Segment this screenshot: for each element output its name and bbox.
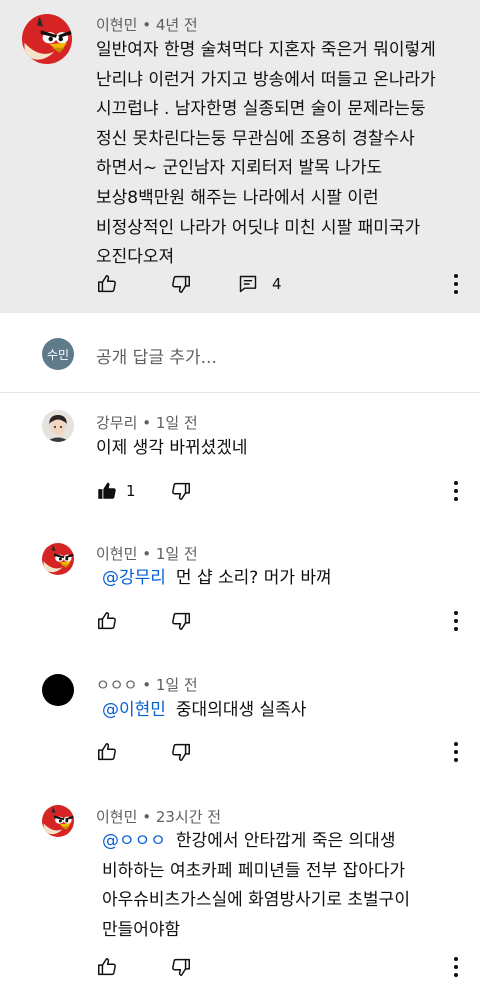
mention-link[interactable]: @ㅇㅇㅇ xyxy=(102,831,166,851)
reply-time: 1일 전 xyxy=(155,545,198,563)
reply-author[interactable]: 이현민 xyxy=(96,545,137,563)
reply-line: @ㅇㅇㅇ 한강에서 안타깝게 죽은 의대생 xyxy=(102,827,410,857)
like-button[interactable]: 1 xyxy=(96,477,136,505)
reply-line: @강무리 먼 샵 소리? 머가 바껴 xyxy=(102,564,332,594)
meta-separator: • xyxy=(142,676,156,694)
dislike-button[interactable] xyxy=(170,607,192,635)
reply-time: 23시간 전 xyxy=(155,808,222,826)
reply-line-text: 먼 샵 소리? 머가 바껴 xyxy=(175,568,332,588)
reply-line: 비하하는 여초카페 페미년들 전부 잡아다가 xyxy=(102,860,406,881)
highlighted-comment: 이현민 • 4년 전 일반여자 한명 술쳐먹다 지혼자 죽은거 뭐이렇게 난리냐… xyxy=(0,0,480,313)
reply-actions xyxy=(0,607,480,635)
avatar[interactable] xyxy=(42,543,74,575)
comment-line: 일반여자 한명 술쳐먹다 지혼자 죽은거 뭐이렇게 xyxy=(96,40,436,60)
like-button[interactable] xyxy=(96,270,118,298)
user-avatar: 수민 xyxy=(42,338,74,370)
angry-bird-avatar-icon xyxy=(42,543,74,575)
thumb-down-icon xyxy=(170,956,192,978)
thumb-up-filled-icon xyxy=(96,480,118,502)
avatar[interactable] xyxy=(42,805,74,837)
comment-line: 시끄럽냐 . 남자한명 실종되면 술이 문제라는둥 xyxy=(96,99,426,120)
thumb-down-icon xyxy=(170,480,192,502)
reply-line-text: 한강에서 안타깝게 죽은 의대생 xyxy=(175,831,396,851)
comment-meta: 이현민 • 4년 전 xyxy=(96,14,198,35)
comment-line: 비정상적인 나라가 어딧냐 미친 시팔 패미국가 xyxy=(96,217,421,238)
reply-actions xyxy=(0,738,480,766)
reply-meta: 강무리 • 1일 전 xyxy=(96,412,198,433)
dislike-button[interactable] xyxy=(170,953,192,981)
replies-button[interactable]: 4 xyxy=(238,270,282,298)
comment-line: 오진다오져 xyxy=(96,247,175,268)
reply-meta: 이현민 • 23시간 전 xyxy=(96,806,221,827)
reply-input[interactable]: 공개 답글 추가... xyxy=(96,343,217,368)
dislike-button[interactable] xyxy=(170,738,192,766)
comment-actions: 4 xyxy=(0,270,480,298)
reply-text: 이제 생각 바뀌셨겠네 xyxy=(96,434,248,464)
comment-line: 난리냐 이런거 가지고 방송에서 떠들고 온나라가 xyxy=(96,69,436,90)
reply-meta: ㅇㅇㅇ • 1일 전 xyxy=(96,674,198,695)
comment-icon xyxy=(238,274,258,294)
thumb-up-icon xyxy=(96,273,118,295)
thumb-down-icon xyxy=(170,610,192,632)
reply-line: @이현민 중대의대생 실족사 xyxy=(102,696,306,726)
reply-line: 만들어야함 xyxy=(102,919,181,940)
reply-text: @강무리 먼 샵 소리? 머가 바껴 xyxy=(102,564,332,594)
divider xyxy=(0,392,480,393)
dislike-button[interactable] xyxy=(170,270,192,298)
reply-time: 1일 전 xyxy=(155,414,198,432)
mention-link[interactable]: @강무리 xyxy=(102,568,166,588)
reply-text: @이현민 중대의대생 실족사 xyxy=(102,696,306,726)
angry-bird-avatar-icon xyxy=(22,14,72,64)
meta-separator: • xyxy=(142,545,156,563)
comment-author[interactable]: 이현민 xyxy=(96,16,137,34)
thumb-up-icon xyxy=(96,610,118,632)
reply-author[interactable]: 이현민 xyxy=(96,808,137,826)
reply-actions: 1 xyxy=(0,477,480,505)
angry-bird-avatar-icon xyxy=(42,805,74,837)
user-avatar-label: 수민 xyxy=(46,347,70,362)
like-button[interactable] xyxy=(96,953,118,981)
reply-meta: 이현민 • 1일 전 xyxy=(96,543,198,564)
comment-line: 보상8백만원 해주는 나라에서 시팔 이런 xyxy=(96,187,379,208)
like-button[interactable] xyxy=(96,738,118,766)
like-count: 1 xyxy=(126,482,136,500)
reply-line: 아우슈비츠가스실에 화염방사기로 초벌구이 xyxy=(102,890,410,911)
more-vert-icon[interactable] xyxy=(446,739,466,765)
dislike-button[interactable] xyxy=(170,477,192,505)
comment-time: 4년 전 xyxy=(155,16,198,34)
reply-text: @ㅇㅇㅇ 한강에서 안타깝게 죽은 의대생 비하하는 여초카페 페미년들 전부 잡… xyxy=(102,827,410,945)
more-vert-icon[interactable] xyxy=(446,271,466,297)
meta-separator: • xyxy=(142,414,156,432)
more-vert-icon[interactable] xyxy=(446,954,466,980)
reply-line-text: 중대의대생 실족사 xyxy=(175,700,307,720)
like-button[interactable] xyxy=(96,607,118,635)
thumb-down-icon xyxy=(170,741,192,763)
meta-separator: • xyxy=(142,16,156,34)
avatar[interactable] xyxy=(22,14,72,64)
reply-count: 4 xyxy=(272,275,282,293)
comment-line: 정신 못차린다는둥 무관심에 조용히 경찰수사 xyxy=(96,128,415,149)
person-photo-avatar-icon xyxy=(42,410,74,442)
reply-time: 1일 전 xyxy=(155,676,198,694)
reply-author[interactable]: ㅇㅇㅇ xyxy=(96,676,137,694)
reply-actions xyxy=(0,953,480,981)
meta-separator: • xyxy=(142,808,156,826)
avatar[interactable] xyxy=(42,410,74,442)
reply-line: 이제 생각 바뀌셨겠네 xyxy=(96,438,248,458)
mention-link[interactable]: @이현민 xyxy=(102,700,166,720)
comment-text: 일반여자 한명 술쳐먹다 지혼자 죽은거 뭐이렇게 난리냐 이런거 가지고 방송… xyxy=(96,36,436,273)
thumb-up-icon xyxy=(96,741,118,763)
thumb-down-icon xyxy=(170,273,192,295)
thumb-up-icon xyxy=(96,956,118,978)
reply-placeholder: 공개 답글 추가... xyxy=(96,348,217,368)
reply-author[interactable]: 강무리 xyxy=(96,414,137,432)
more-vert-icon[interactable] xyxy=(446,608,466,634)
more-vert-icon[interactable] xyxy=(446,478,466,504)
comment-line: 하면서~ 군인남자 지뢰터저 발목 나가도 xyxy=(96,158,383,179)
avatar[interactable] xyxy=(42,674,74,706)
